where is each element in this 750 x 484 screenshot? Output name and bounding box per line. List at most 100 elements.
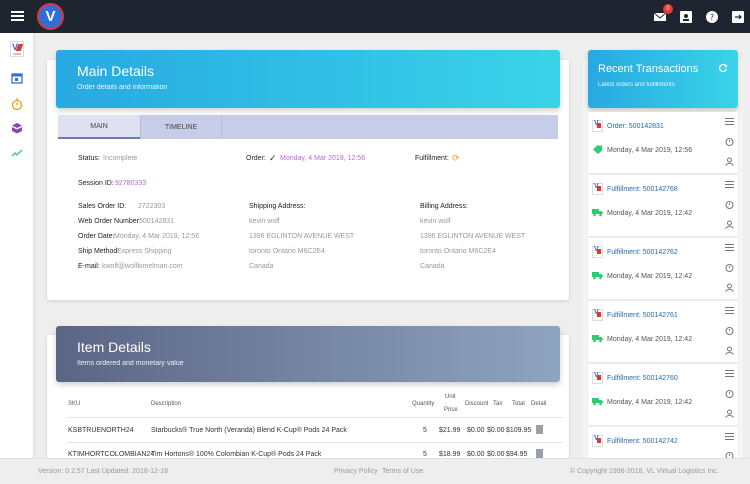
sidebar-item-analytics[interactable]: [10, 146, 24, 160]
person-icon[interactable]: [725, 220, 734, 229]
transaction-item[interactable]: V Fulfillment: 500142768 Monday, 4 Mar 2…: [588, 175, 738, 236]
top-icons: 0 ?: [654, 0, 744, 33]
privacy-policy-link[interactable]: Privacy Policy: [334, 468, 378, 475]
notification-badge: 0: [663, 3, 673, 14]
transaction-title: Order: 500142831: [607, 123, 664, 130]
shipping-city: toronto Ontario M6C2E4: [249, 248, 325, 255]
table-row-description: Tim Hortons® 100% Colombian K-Cup® Pods …: [151, 451, 322, 458]
person-icon[interactable]: [725, 157, 734, 166]
billing-street: 1396 EGLINTON AVENUE WEST: [420, 233, 526, 240]
company-logo-icon: V: [592, 309, 603, 321]
recent-transactions-title: Recent Transactions: [598, 63, 699, 75]
status-label: Status:: [78, 155, 100, 162]
top-bar: V 0 ?: [0, 0, 750, 33]
help-icon[interactable]: ?: [706, 10, 718, 23]
transaction-title: Fulfillment: 500142742: [607, 438, 678, 445]
billing-name: kevin wolf: [420, 218, 451, 225]
menu-icon[interactable]: [11, 11, 24, 21]
transaction-item[interactable]: V Fulfillment: 500142760 Monday, 4 Mar 2…: [588, 364, 738, 425]
stopwatch-icon[interactable]: [725, 137, 734, 146]
billing-country: Canada: [420, 263, 445, 270]
transaction-item[interactable]: V Fulfillment: 500142762 Monday, 4 Mar 2…: [588, 238, 738, 299]
contact-icon[interactable]: [680, 10, 692, 23]
transaction-date: Monday, 4 Mar 2019, 12:42: [607, 336, 693, 343]
stopwatch-icon[interactable]: [725, 263, 734, 272]
web-order-value: 500142831: [139, 218, 175, 225]
company-logo-icon: V: [592, 120, 603, 132]
transaction-title: Fulfillment: 500142762: [607, 249, 678, 256]
list-icon[interactable]: [725, 117, 734, 126]
transaction-item[interactable]: V Fulfillment: 500142742: [588, 427, 738, 460]
logout-icon[interactable]: [732, 10, 744, 23]
company-logo-icon: V: [592, 435, 603, 447]
table-row-discount: $0.00: [467, 451, 485, 458]
trending-up-icon: [11, 149, 23, 157]
list-icon[interactable]: [725, 306, 734, 315]
person-icon[interactable]: [725, 346, 734, 355]
col-unit: Unit: [445, 394, 456, 400]
transaction-date: Monday, 4 Mar 2019, 12:42: [607, 210, 693, 217]
fulfillment-label: Fulfillment:: [415, 155, 449, 162]
list-icon[interactable]: [725, 432, 734, 441]
recent-transactions-header: Recent Transactions Latest orders and fu…: [588, 50, 738, 108]
transaction-item[interactable]: V Order: 500142831 Monday, 4 Mar 2019, 1…: [588, 112, 738, 173]
sidebar-item-home[interactable]: V CRMK: [10, 41, 24, 57]
transaction-title: Fulfillment: 500142760: [607, 375, 678, 382]
truck-icon: [592, 209, 603, 217]
company-logo-icon: V: [592, 246, 603, 258]
person-icon[interactable]: [725, 409, 734, 418]
recent-transactions-panel: Recent Transactions Latest orders and fu…: [583, 50, 743, 460]
col-total: Total: [512, 401, 525, 407]
session-id-link[interactable]: 92780333: [115, 180, 146, 187]
shipping-name: kevin wolf: [249, 218, 280, 225]
table-row-tax: $0.00: [487, 427, 505, 434]
calendar-icon: [11, 73, 23, 84]
person-icon[interactable]: [725, 283, 734, 292]
transaction-title: Fulfillment: 500142768: [607, 186, 678, 193]
svg-text:?: ?: [710, 13, 714, 22]
table-row-price: $18.99: [439, 451, 461, 458]
list-icon[interactable]: [725, 180, 734, 189]
detail-document-icon[interactable]: [536, 449, 543, 458]
terms-of-use-link[interactable]: Terms of Use: [382, 468, 423, 475]
detail-document-icon[interactable]: [536, 425, 543, 434]
status-value: Incomplete: [103, 155, 138, 162]
mail-icon[interactable]: 0: [654, 3, 673, 23]
shipping-address-label: Shipping Address:: [249, 203, 306, 210]
web-order-label: Web Order Number:: [78, 218, 141, 225]
table-row-description: Starbucks® True North (Veranda) Blend K-…: [151, 427, 347, 434]
tab-timeline[interactable]: TIMELINE: [140, 115, 222, 139]
footer: Version: 0.2.57 Last Updated: 2018-12-18…: [0, 458, 750, 484]
table-row-total: $109.95: [506, 427, 532, 434]
truck-icon: [592, 272, 603, 280]
table-row-tax: $0.00: [487, 451, 505, 458]
sidebar-item-calendar[interactable]: [10, 71, 24, 85]
table-row-total: $94.95: [506, 451, 528, 458]
list-icon[interactable]: [725, 369, 734, 378]
list-icon[interactable]: [725, 243, 734, 252]
stopwatch-icon[interactable]: [725, 200, 734, 209]
tab-main[interactable]: MAIN: [58, 115, 140, 139]
boxes-icon: [12, 123, 22, 134]
main-details-title: Main Details: [77, 63, 155, 79]
company-logo-icon: V CRMK: [10, 41, 24, 57]
email-value: kwolf@wolfkimelman.com: [102, 263, 183, 270]
company-logo-icon: V: [592, 183, 603, 195]
col-price: Price: [444, 407, 458, 413]
sidebar-item-packages[interactable]: [10, 121, 24, 135]
col-description: Description: [151, 401, 182, 407]
sidebar-item-timer[interactable]: [10, 97, 24, 111]
stopwatch-icon[interactable]: [725, 326, 734, 335]
stopwatch-icon: [11, 98, 23, 110]
ship-method-label: Ship Method:: [78, 248, 120, 255]
table-row-quantity: 5: [423, 427, 427, 434]
table-row-sku: KTIMHORTCOLOMBIAN24: [68, 451, 155, 458]
sales-order-value: 2722303: [138, 203, 166, 210]
stopwatch-icon[interactable]: [725, 389, 734, 398]
app-logo[interactable]: V: [37, 3, 64, 30]
version-text: Version: 0.2.57 Last Updated: 2018-12-18: [38, 468, 168, 475]
order-date-link[interactable]: Monday, 4 Mar 2019, 12:56: [280, 155, 365, 162]
transaction-item[interactable]: V Fulfillment: 500142761 Monday, 4 Mar 2…: [588, 301, 738, 362]
refresh-icon[interactable]: [718, 63, 728, 73]
session-label: Session ID:: [78, 180, 114, 187]
